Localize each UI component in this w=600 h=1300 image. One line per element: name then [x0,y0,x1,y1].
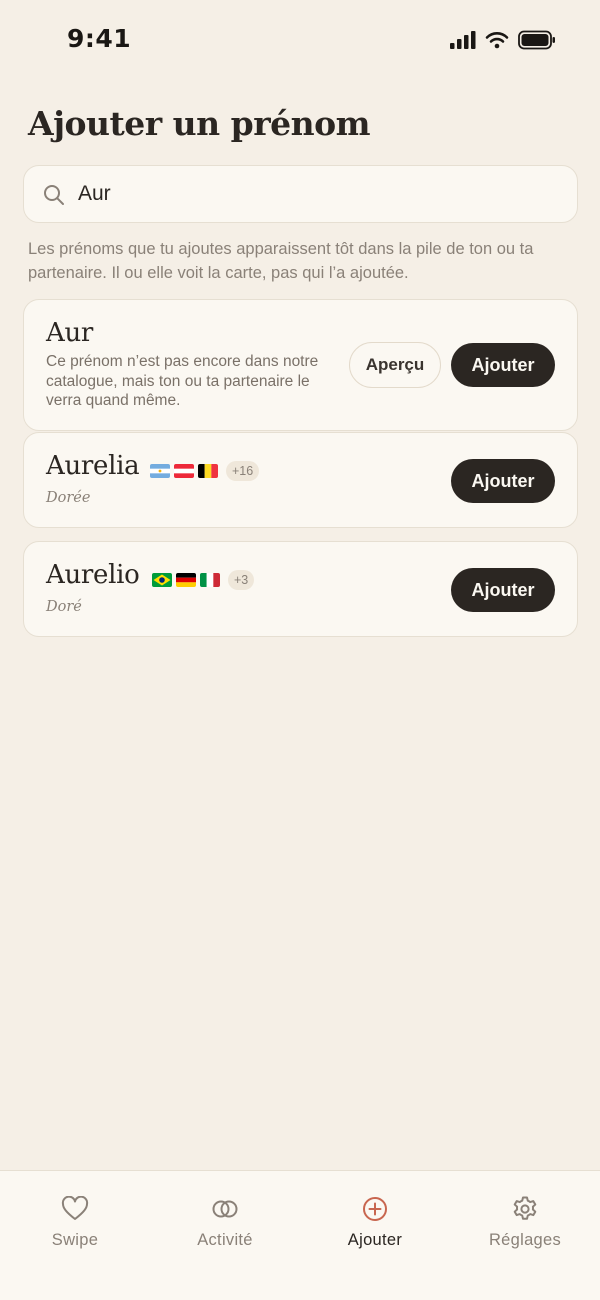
tab-reglages[interactable]: Réglages [450,1195,600,1255]
tab-bar: Swipe Activité Ajouter Réglages [0,1170,600,1300]
tab-label: Réglages [488,1231,562,1249]
page-title: Ajouter un prénom [28,104,371,143]
wifi-icon [485,31,509,54]
add-button[interactable]: Ajouter [451,568,555,612]
cellular-signal-icon [450,31,476,54]
tab-label: Swipe [51,1231,99,1249]
add-button[interactable]: Ajouter [451,459,555,503]
more-countries-badge: +3 [228,570,255,590]
argentina-flag-icon [150,464,170,478]
italy-flag-icon [200,573,220,587]
plus-circle-icon [361,1195,389,1223]
brazil-flag-icon [152,573,172,587]
search-input[interactable] [78,176,558,212]
card-description: Ce prénom n’est pas encore dans notre ca… [46,353,319,409]
country-flags: +3 [152,570,255,590]
card-name: Aurelia [46,451,140,481]
card-name: Aurelio [46,560,140,590]
tab-label: Activité [197,1231,253,1249]
status-bar: 9:41 [0,0,600,80]
search-box[interactable] [23,165,578,223]
tab-ajouter[interactable]: Ajouter [300,1195,450,1255]
search-icon [42,183,66,212]
card-name: Aur [46,318,94,348]
battery-icon [518,30,556,55]
germany-flag-icon [176,573,196,587]
more-countries-badge: +16 [226,461,260,481]
helper-text: Les prénoms que tu ajoutes apparaissent … [28,240,534,282]
name-meaning: Dorée [46,490,91,506]
list-item[interactable]: Aurelia +16 Dorée Ajouter [23,432,578,528]
rings-icon [211,1195,239,1223]
preview-button[interactable]: Aperçu [349,342,441,388]
gear-icon [511,1195,539,1223]
status-icons [450,30,556,55]
tab-activite[interactable]: Activité [150,1195,300,1255]
add-button[interactable]: Ajouter [451,343,555,387]
belgium-flag-icon [198,464,218,478]
name-meaning: Doré [46,599,82,615]
status-time: 9:41 [67,24,132,53]
list-item[interactable]: Aurelio +3 Doré Ajouter [23,541,578,637]
country-flags: +16 [150,461,260,481]
tab-label: Ajouter [347,1231,403,1249]
austria-flag-icon [174,464,194,478]
heart-icon [61,1195,89,1223]
custom-name-card: Aur Ce prénom n’est pas encore dans notr… [23,299,578,431]
tab-swipe[interactable]: Swipe [0,1195,150,1255]
